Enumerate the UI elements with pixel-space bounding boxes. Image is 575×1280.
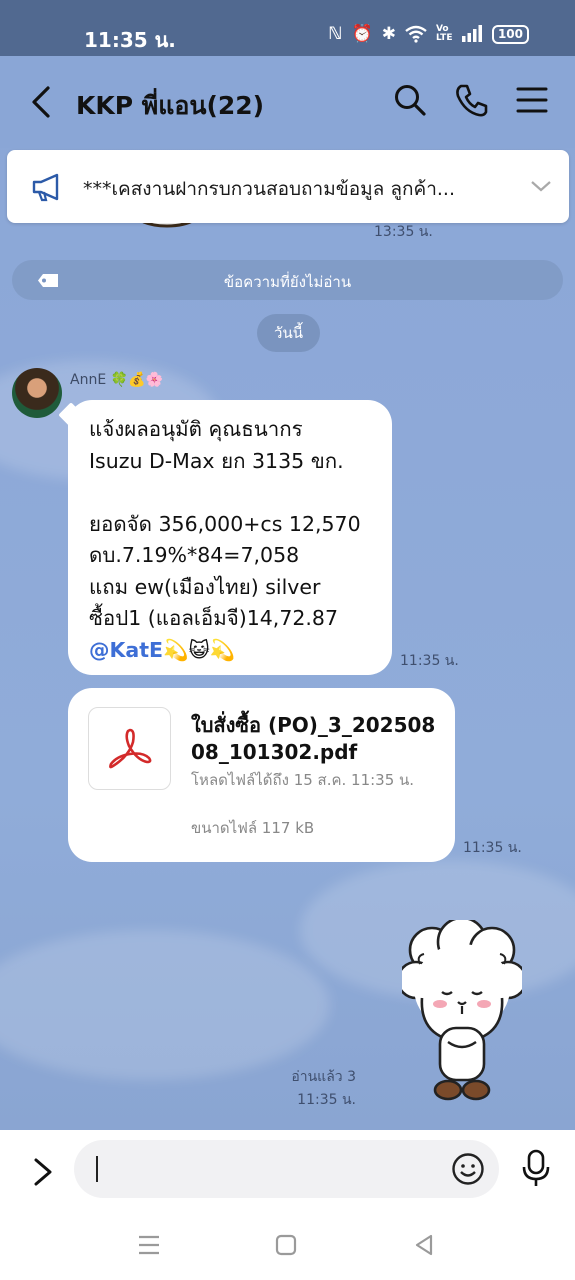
file-message-time: 11:35 น. <box>463 840 522 856</box>
file-name: ใบสั่งซื้อ (PO)_3_20250808_101302.pdf <box>191 713 436 764</box>
recent-apps-icon[interactable] <box>134 1230 164 1260</box>
bluetooth-icon: ✱ <box>381 24 396 44</box>
earlier-message-time: 13:35 น. <box>374 224 433 240</box>
text-caret <box>96 1156 98 1182</box>
status-bar: 11:35 น. ℕ ⏰ ✱ Vo LTE 100 <box>0 0 575 56</box>
message-line: ยอดจัด 356,000+cs 12,570 <box>89 511 361 536</box>
message-line: ดบ.7.19%*84=7,058 <box>89 543 300 567</box>
file-expiry: โหลดไฟล์ได้ถึง 15 ส.ค. 11:35 น. <box>191 771 415 789</box>
message-line: ซื้อป1 (แอลเอ็มจี)14,72.87 <box>89 606 339 630</box>
message-input[interactable] <box>74 1140 499 1198</box>
read-count: อ่านแล้ว 3 <box>291 1069 356 1085</box>
chat-title: KKP พี่แอน(22) <box>76 91 265 120</box>
back-nav-icon[interactable] <box>409 1230 439 1260</box>
megaphone-icon <box>32 173 59 202</box>
signal-icon <box>461 25 482 42</box>
unread-divider: ข้อความที่ยังไม่อ่าน <box>12 260 563 300</box>
battery-icon: 100 <box>491 24 529 44</box>
date-separator: วันนี้ <box>257 314 320 352</box>
phone-icon[interactable] <box>451 80 491 120</box>
status-time: 11:35 น. <box>84 28 176 52</box>
menu-icon[interactable] <box>512 80 552 120</box>
volte-label: Vo LTE <box>435 24 453 43</box>
bear-sticker[interactable] <box>402 920 522 1104</box>
file-size: ขนาดไฟล์ 117 kB <box>191 819 315 837</box>
emoji-icon[interactable] <box>451 1152 485 1186</box>
status-icons: ℕ ⏰ ✱ Vo LTE 100 <box>328 24 529 44</box>
chevron-right-icon[interactable] <box>30 1154 56 1190</box>
mention-emoji: 💫😺💫 <box>163 637 236 662</box>
message-line <box>89 477 361 509</box>
chat-header: KKP พี่แอน(22) <box>0 56 575 148</box>
nfc-icon: ℕ <box>328 24 343 44</box>
read-receipt: อ่านแล้ว 3 11:35 น. <box>286 1066 356 1112</box>
announcement-text: ***เคสงานฝากรบกวนสอบถามข้อมูล ลูกค้า... <box>83 178 455 200</box>
avatar[interactable] <box>12 368 62 418</box>
mention-link[interactable]: @KatE <box>89 638 163 662</box>
file-message-bubble[interactable]: ใบสั่งซื้อ (PO)_3_20250808_101302.pdf โห… <box>68 688 455 862</box>
sticker-time: 11:35 น. <box>297 1092 356 1108</box>
message-line: แถม ew(เมืองไทย) silver <box>89 574 321 599</box>
pdf-icon <box>109 728 152 769</box>
sender-name: AnnE 🍀💰🌸 <box>70 372 163 388</box>
message-time: 11:35 น. <box>400 653 459 669</box>
system-navigation-bar <box>0 1200 575 1280</box>
alarm-icon: ⏰ <box>351 24 373 44</box>
message-bubble-text[interactable]: แจ้งผลอนุมัติ คุณธนากร Isuzu D-Max ยก 31… <box>68 400 392 675</box>
back-icon[interactable] <box>24 82 60 122</box>
message-line: แจ้งผลอนุมัติ คุณธนากร <box>89 417 303 441</box>
announcement-banner[interactable]: ***เคสงานฝากรบกวนสอบถามข้อมูล ลูกค้า... <box>7 150 569 223</box>
chevron-down-icon[interactable] <box>529 178 553 194</box>
message-line: Isuzu D-Max ยก 3135 ขก. <box>89 448 344 473</box>
unread-label: ข้อความที่ยังไม่อ่าน <box>223 273 352 291</box>
message-text: แจ้งผลอนุมัติ คุณธนากร Isuzu D-Max ยก 31… <box>89 414 361 666</box>
microphone-icon[interactable] <box>519 1148 553 1188</box>
wifi-icon <box>405 25 427 43</box>
search-icon[interactable] <box>390 80 430 120</box>
pdf-file-icon <box>88 707 171 790</box>
home-icon[interactable] <box>271 1230 301 1260</box>
